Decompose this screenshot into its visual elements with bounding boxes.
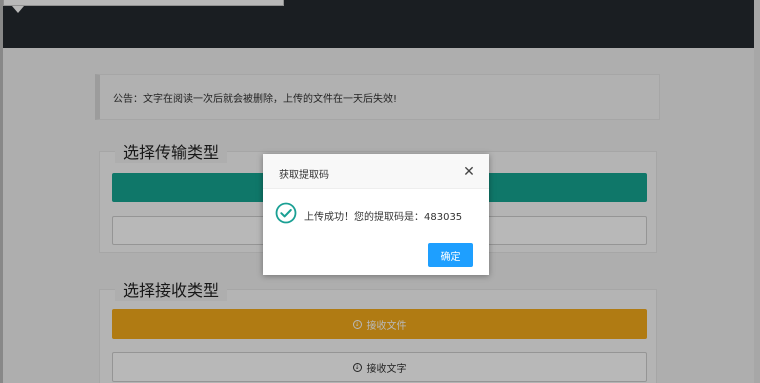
confirm-button[interactable]: 确定 xyxy=(428,243,473,267)
dialog-message: 上传成功！您的提取码是：483035 xyxy=(304,212,463,223)
check-circle-icon xyxy=(275,202,297,224)
confirm-button-label: 确定 xyxy=(440,251,461,263)
dialog-title: 获取提取码 xyxy=(279,170,329,181)
dialog-header: 获取提取码 ✕ xyxy=(263,154,489,189)
close-icon[interactable]: ✕ xyxy=(461,164,477,180)
extract-code-dialog: 获取提取码 ✕ 上传成功！您的提取码是：483035 确定 xyxy=(263,154,489,275)
